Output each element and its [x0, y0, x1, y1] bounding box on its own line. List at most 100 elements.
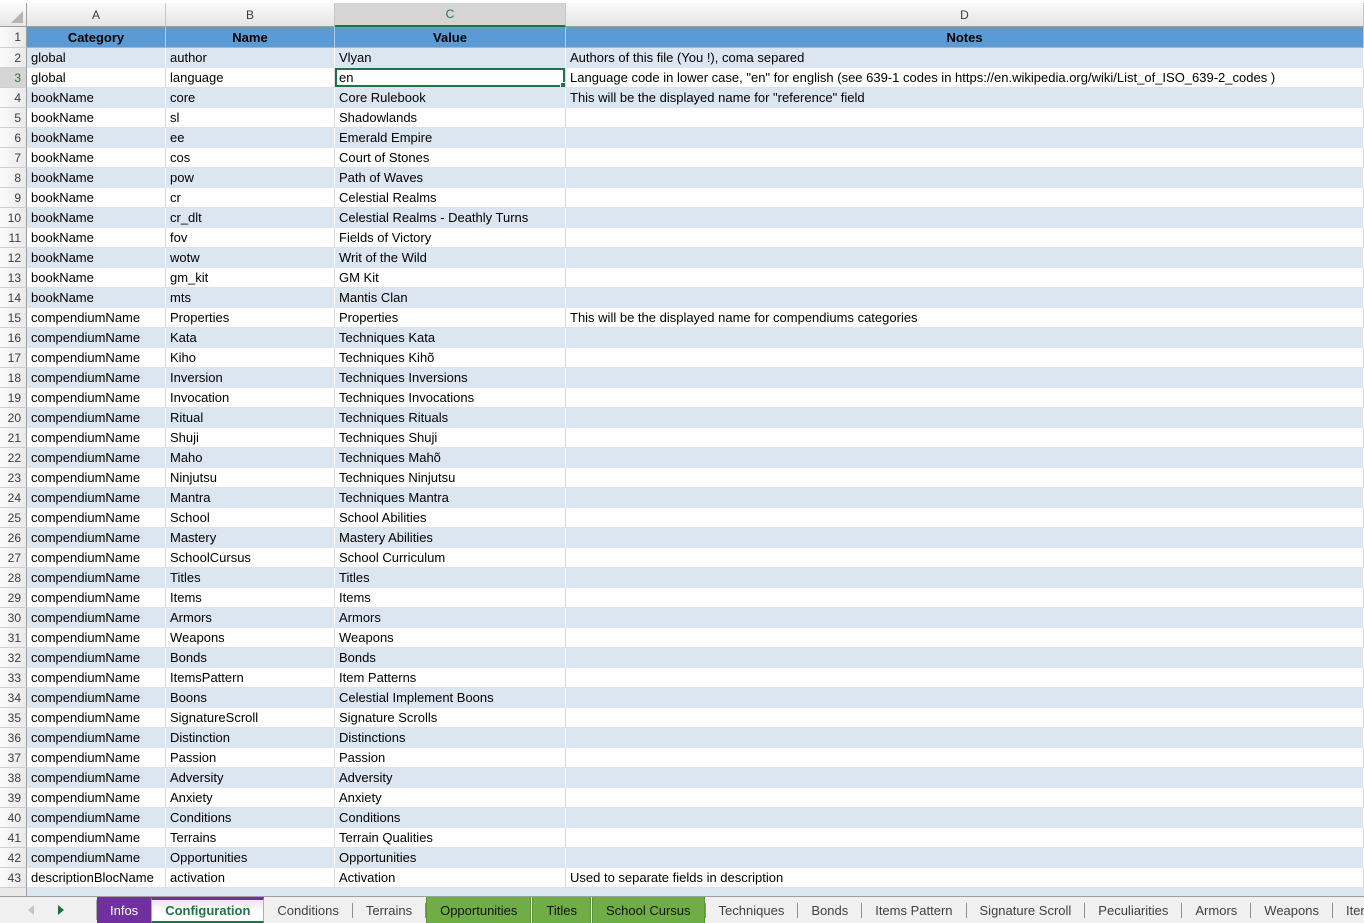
cell-C37[interactable]: Passion — [335, 748, 566, 768]
cell-A17[interactable]: compendiumName — [27, 348, 166, 368]
row-header-26[interactable]: 26 — [0, 528, 27, 548]
row-header-28[interactable]: 28 — [0, 568, 27, 588]
sheet-tab-bonds[interactable]: Bonds — [798, 897, 861, 923]
row-header-25[interactable]: 25 — [0, 508, 27, 528]
cell-C25[interactable]: School Abilities — [335, 508, 566, 528]
row-header-36[interactable]: 36 — [0, 728, 27, 748]
cell-B12[interactable]: wotw — [166, 248, 335, 268]
cell-B8[interactable]: pow — [166, 168, 335, 188]
cell-C2[interactable]: Vlyan — [335, 48, 566, 68]
row-header-5[interactable]: 5 — [0, 108, 27, 128]
cell-D24[interactable] — [566, 488, 1364, 508]
prev-sheet-arrow-icon[interactable] — [28, 905, 34, 915]
cell-D23[interactable] — [566, 468, 1364, 488]
row-header-34[interactable]: 34 — [0, 688, 27, 708]
cell-C26[interactable]: Mastery Abilities — [335, 528, 566, 548]
cell-C40[interactable]: Conditions — [335, 808, 566, 828]
cell-A30[interactable]: compendiumName — [27, 608, 166, 628]
cell-C7[interactable]: Court of Stones — [335, 148, 566, 168]
cell-D5[interactable] — [566, 108, 1364, 128]
cell-B38[interactable]: Adversity — [166, 768, 335, 788]
cell-A40[interactable]: compendiumName — [27, 808, 166, 828]
cell-A25[interactable]: compendiumName — [27, 508, 166, 528]
cell-D10[interactable] — [566, 208, 1364, 228]
cell-C29[interactable]: Items — [335, 588, 566, 608]
cell-D20[interactable] — [566, 408, 1364, 428]
cell-A34[interactable]: compendiumName — [27, 688, 166, 708]
cell-D40[interactable] — [566, 808, 1364, 828]
cell-D36[interactable] — [566, 728, 1364, 748]
cell-B28[interactable]: Titles — [166, 568, 335, 588]
row-header-27[interactable]: 27 — [0, 548, 27, 568]
cell-A10[interactable]: bookName — [27, 208, 166, 228]
cell-D42[interactable] — [566, 848, 1364, 868]
cell-C36[interactable]: Distinctions — [335, 728, 566, 748]
cell-B7[interactable]: cos — [166, 148, 335, 168]
row-header-4[interactable]: 4 — [0, 88, 27, 108]
cell-A39[interactable]: compendiumName — [27, 788, 166, 808]
row-header-15[interactable]: 15 — [0, 308, 27, 328]
cell-A23[interactable]: compendiumName — [27, 468, 166, 488]
cell-C31[interactable]: Weapons — [335, 628, 566, 648]
cell-B36[interactable]: Distinction — [166, 728, 335, 748]
cell-D32[interactable] — [566, 648, 1364, 668]
sheet-tab-techniques[interactable]: Techniques — [706, 897, 798, 923]
row-header-19[interactable]: 19 — [0, 388, 27, 408]
cell-D31[interactable] — [566, 628, 1364, 648]
cell-A33[interactable]: compendiumName — [27, 668, 166, 688]
column-header-c-selected[interactable]: C — [335, 3, 566, 27]
row-header-13[interactable]: 13 — [0, 268, 27, 288]
cell-B30[interactable]: Armors — [166, 608, 335, 628]
cell-A6[interactable]: bookName — [27, 128, 166, 148]
select-all-button[interactable] — [0, 3, 27, 27]
sheet-tab-armors[interactable]: Armors — [1182, 897, 1250, 923]
cell-A36[interactable]: compendiumName — [27, 728, 166, 748]
cell-D34[interactable] — [566, 688, 1364, 708]
cell-C16[interactable]: Techniques Kata — [335, 328, 566, 348]
cell-C20[interactable]: Techniques Rituals — [335, 408, 566, 428]
cell-C32[interactable]: Bonds — [335, 648, 566, 668]
cell-D25[interactable] — [566, 508, 1364, 528]
row-header-20[interactable]: 20 — [0, 408, 27, 428]
cell-C23[interactable]: Techniques Ninjutsu — [335, 468, 566, 488]
cell-C38[interactable]: Adversity — [335, 768, 566, 788]
cell-A32[interactable]: compendiumName — [27, 648, 166, 668]
cell-A18[interactable]: compendiumName — [27, 368, 166, 388]
cell-A11[interactable]: bookName — [27, 228, 166, 248]
cell-A5[interactable]: bookName — [27, 108, 166, 128]
cell-A1[interactable]: Category — [27, 27, 166, 48]
cell-D16[interactable] — [566, 328, 1364, 348]
row-header-18[interactable]: 18 — [0, 368, 27, 388]
cell-B6[interactable]: ee — [166, 128, 335, 148]
row-header-37[interactable]: 37 — [0, 748, 27, 768]
row-header-1[interactable]: 1 — [0, 27, 27, 48]
row-header-40[interactable]: 40 — [0, 808, 27, 828]
row-header-16[interactable]: 16 — [0, 328, 27, 348]
cell-A21[interactable]: compendiumName — [27, 428, 166, 448]
cell-C18[interactable]: Techniques Inversions — [335, 368, 566, 388]
cell-C3[interactable]: en — [335, 68, 566, 88]
row-header-24[interactable]: 24 — [0, 488, 27, 508]
cell-B17[interactable]: Kiho — [166, 348, 335, 368]
cell-B32[interactable]: Bonds — [166, 648, 335, 668]
cell-A38[interactable]: compendiumName — [27, 768, 166, 788]
row-header-23[interactable]: 23 — [0, 468, 27, 488]
cell-C24[interactable]: Techniques Mantra — [335, 488, 566, 508]
cell-B22[interactable]: Maho — [166, 448, 335, 468]
cell-B25[interactable]: School — [166, 508, 335, 528]
cell-C33[interactable]: Item Patterns — [335, 668, 566, 688]
cell-A37[interactable]: compendiumName — [27, 748, 166, 768]
cell-D18[interactable] — [566, 368, 1364, 388]
cell-A13[interactable]: bookName — [27, 268, 166, 288]
cell-A20[interactable]: compendiumName — [27, 408, 166, 428]
cell-A2[interactable]: global — [27, 48, 166, 68]
cell-C27[interactable]: School Curriculum — [335, 548, 566, 568]
row-header-2[interactable]: 2 — [0, 48, 27, 68]
cell-C35[interactable]: Signature Scrolls — [335, 708, 566, 728]
cell-D17[interactable] — [566, 348, 1364, 368]
cell-D2[interactable]: Authors of this file (You !), coma separ… — [566, 48, 1364, 68]
cell-B4[interactable]: core — [166, 88, 335, 108]
cell-D22[interactable] — [566, 448, 1364, 468]
cell-A41[interactable]: compendiumName — [27, 828, 166, 848]
cell-B14[interactable]: mts — [166, 288, 335, 308]
